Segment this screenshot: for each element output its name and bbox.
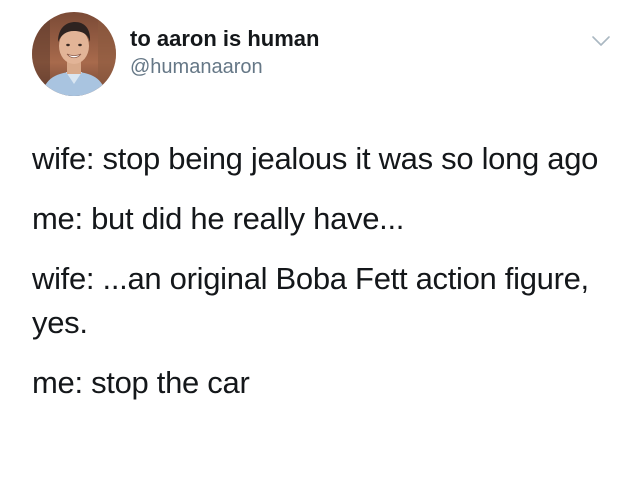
avatar[interactable] [32,12,116,96]
chevron-down-icon [592,36,610,46]
avatar-photo-icon [32,12,116,96]
tweet-line: wife: ...an original Boba Fett action fi… [32,261,589,340]
tweet-header: to aaron is human @humanaaron [32,12,612,98]
tweet-card: to aaron is human @humanaaron wife: stop… [0,0,640,479]
tweet-text: wife: stop being jealous it was so long … [32,137,612,421]
tweet-line: wife: stop being jealous it was so long … [32,141,599,176]
tweet-line: me: stop the car [32,365,250,400]
display-name[interactable]: to aaron is human [130,26,319,52]
tweet-menu-button[interactable] [588,28,614,54]
user-handle[interactable]: @humanaaron [130,55,319,79]
tweet-line: me: but did he really have... [32,201,405,236]
author-names: to aaron is human @humanaaron [130,26,319,79]
